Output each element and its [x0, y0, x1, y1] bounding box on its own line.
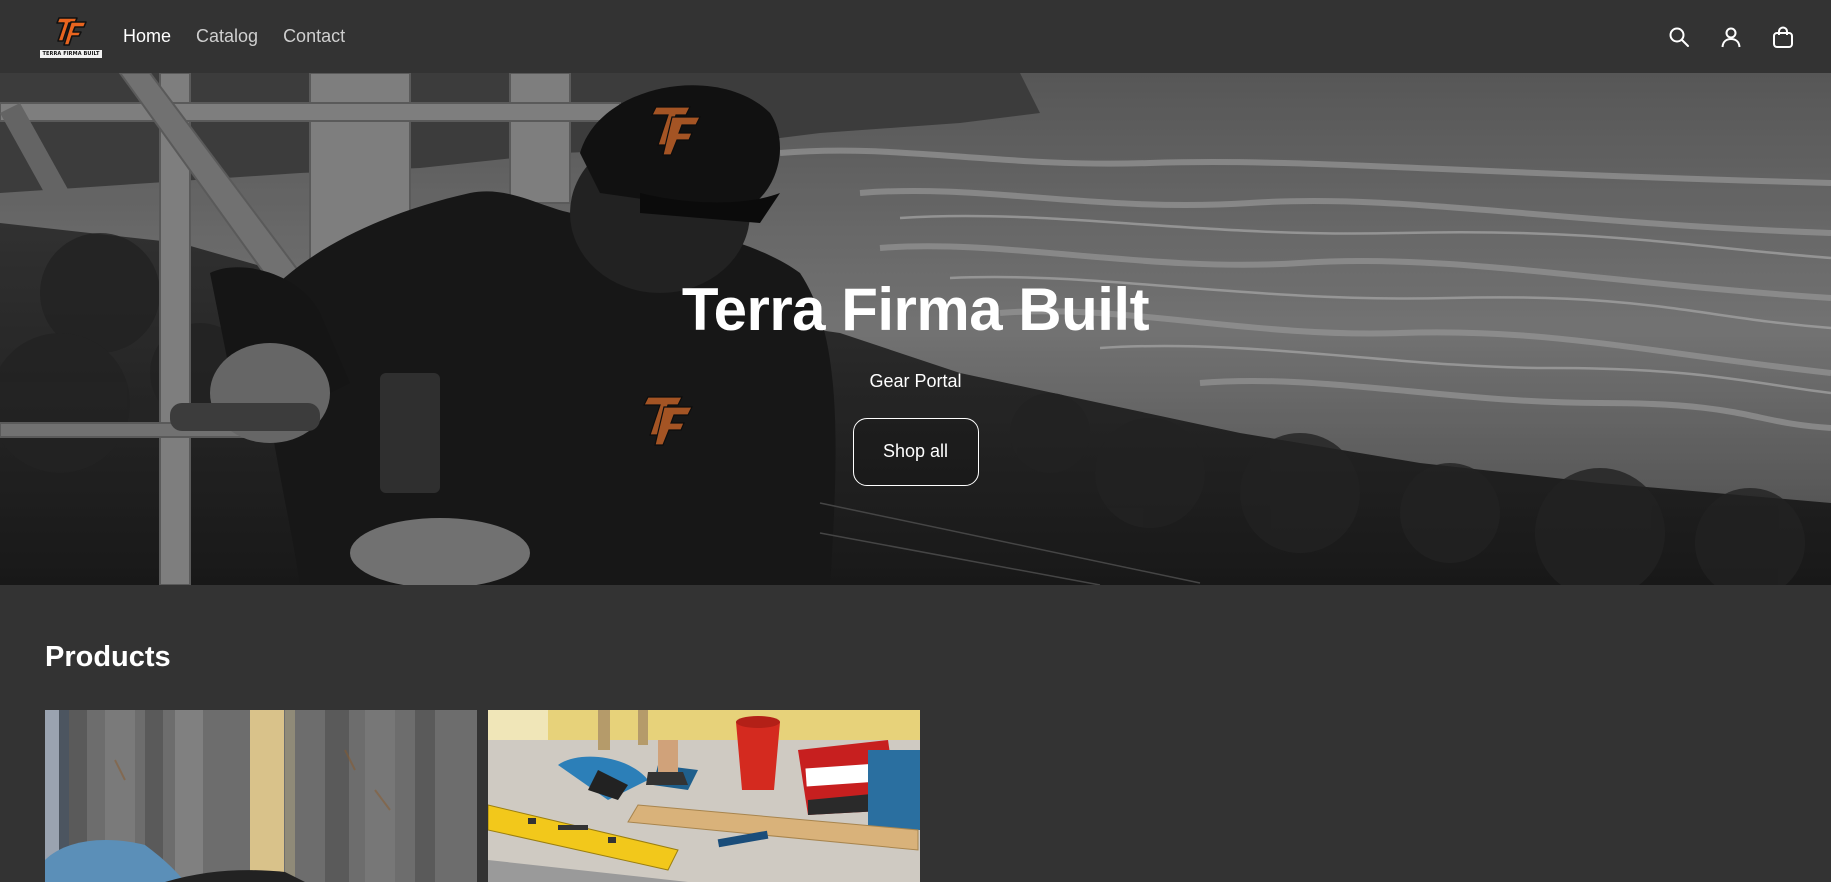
cart-icon[interactable] — [1770, 24, 1796, 50]
main-nav: Home Catalog Contact — [123, 26, 345, 47]
hero-banner: Terra Firma Built Gear Portal Shop all — [0, 73, 1831, 585]
product-image-2 — [488, 710, 920, 882]
site-header: TERRA FIRMA BUILT Home Catalog Contact — [0, 0, 1831, 73]
tf-logo-mark-icon — [56, 16, 87, 46]
nav-home[interactable]: Home — [123, 26, 171, 47]
shop-all-button[interactable]: Shop all — [852, 418, 979, 486]
logo-wordmark: TERRA FIRMA BUILT — [40, 49, 102, 58]
hero-title: Terra Firma Built — [681, 276, 1150, 343]
search-icon[interactable] — [1666, 24, 1692, 50]
nav-contact[interactable]: Contact — [283, 26, 345, 47]
header-actions — [1666, 24, 1796, 50]
account-icon[interactable] — [1718, 24, 1744, 50]
product-image-1 — [45, 710, 477, 882]
products-heading: Products — [45, 641, 171, 673]
hero-subtitle: Gear Portal — [869, 371, 962, 391]
product-card-1[interactable] — [45, 710, 477, 882]
hero-content: Terra Firma Built Gear Portal Shop all — [0, 273, 1831, 486]
brand-logo[interactable]: TERRA FIRMA BUILT — [40, 13, 102, 63]
nav-catalog[interactable]: Catalog — [196, 26, 258, 47]
product-card-2[interactable] — [488, 710, 920, 882]
